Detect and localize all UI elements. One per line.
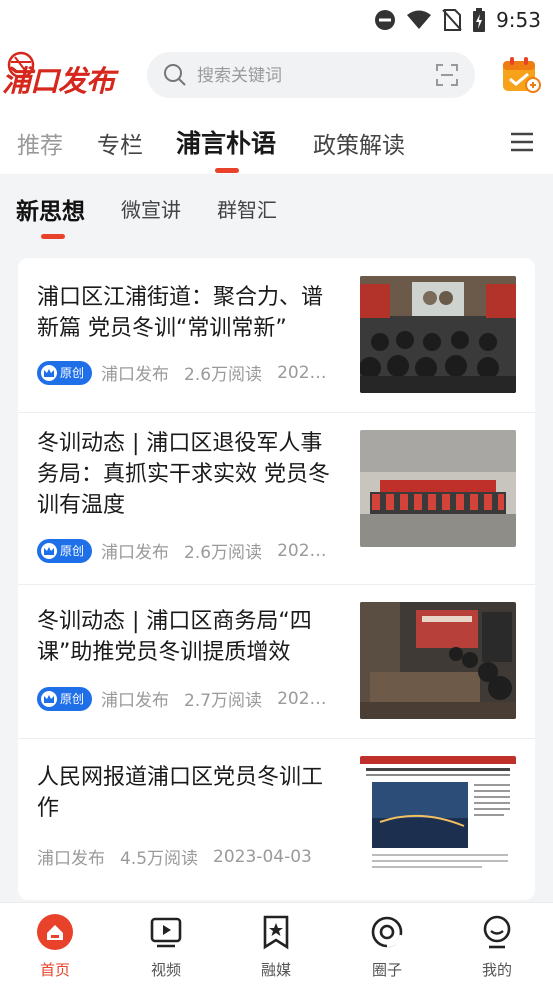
video-icon (150, 917, 182, 948)
article-read-count: 2.6万阅读 (184, 543, 263, 563)
article-source: 浦口发布 (101, 543, 170, 563)
article-meta: 浦口发布 4.5万阅读 2023-04-03 (37, 844, 312, 870)
logo-text: 浦口发布 (2, 64, 115, 98)
tab-active-indicator (215, 168, 239, 173)
no-sim-icon (442, 9, 462, 31)
search-input[interactable] (195, 61, 419, 91)
article-thumbnail[interactable] (360, 430, 516, 547)
menu-icon[interactable] (510, 132, 534, 152)
article-card[interactable]: 冬训动态 | 浦口区退役军人事务局：真抓实干求实效 党员冬训有温度 原创 浦口发… (18, 412, 535, 585)
status-bar: 9:53 (0, 0, 553, 40)
original-badge-label: 原创 (60, 692, 85, 706)
subtab-active-indicator (41, 234, 65, 239)
nav-profile-label: 我的 (481, 961, 512, 979)
nav-profile[interactable]: 我的 (457, 913, 537, 980)
article-source: 浦口发布 (101, 691, 170, 711)
do-not-disturb-icon (375, 10, 396, 30)
article-card[interactable]: 冬训动态 | 浦口区商务局“四课”助推党员冬训提质增效 原创 浦口发布 2.7万… (18, 584, 535, 739)
nav-media-label: 融媒 (260, 961, 291, 979)
article-meta: 原创 浦口发布 2.6万阅读 2024… (37, 360, 332, 385)
status-time: 9:53 (496, 8, 541, 32)
crown-icon (41, 364, 57, 381)
nav-video[interactable]: 视频 (126, 913, 206, 980)
calendar-check-icon[interactable] (501, 56, 541, 94)
subtab-group-wisdom[interactable]: 群智汇 (217, 194, 277, 223)
article-source: 浦口发布 (101, 365, 170, 385)
article-read-count: 4.5万阅读 (120, 849, 199, 869)
profile-icon (483, 915, 511, 949)
meeting-hall-image (360, 276, 516, 393)
bookmark-star-icon (263, 915, 289, 950)
tab-recommend[interactable]: 推荐 (17, 126, 63, 160)
original-badge: 原创 (37, 538, 93, 563)
article-title: 冬训动态 | 浦口区退役军人事务局：真抓实干求实效 党员冬训有温度 (37, 431, 330, 518)
nav-video-label: 视频 (150, 961, 181, 979)
group-photo-image (360, 430, 516, 547)
article-meta: 原创 浦口发布 2.7万阅读 2024… (37, 686, 332, 711)
article-read-count: 2.7万阅读 (184, 691, 263, 711)
nav-home[interactable]: 首页 (15, 913, 95, 980)
article-title: 浦口区江浦街道：聚合力、谱新篇 党员冬训“常训常新” (37, 285, 324, 341)
article-date: 2024… (277, 540, 333, 561)
wifi-icon (407, 10, 432, 29)
channel-tabs: 推荐 专栏 浦言朴语 政策解读 (0, 110, 553, 174)
search-icon (164, 64, 186, 86)
original-badge-label: 原创 (60, 366, 85, 380)
subtab-micro-lecture[interactable]: 微宣讲 (121, 194, 181, 223)
article-card[interactable]: 人民网报道浦口区党员冬训工作 浦口发布 4.5万阅读 2023-04-03 (18, 738, 535, 900)
tab-policy-interpretation[interactable]: 政策解读 (313, 126, 405, 160)
article-feed: 浦口区江浦街道：聚合力、谱新篇 党员冬训“常训常新” 原创 浦口发布 2.6万阅… (18, 258, 535, 900)
article-card[interactable]: 浦口区江浦街道：聚合力、谱新篇 党员冬训“常训常新” 原创 浦口发布 2.6万阅… (18, 258, 535, 413)
article-title: 人民网报道浦口区党员冬训工作 (37, 765, 324, 821)
scan-icon[interactable] (435, 63, 459, 87)
article-thumbnail[interactable] (360, 276, 516, 393)
sub-tabs: 新思想 微宣讲 群智汇 (0, 178, 553, 242)
battery-icon (473, 8, 486, 32)
article-source: 浦口发布 (37, 849, 105, 869)
nav-media[interactable]: 融媒 (236, 913, 316, 980)
app-header: 浦口发布 (0, 40, 553, 110)
article-meta: 原创 浦口发布 2.6万阅读 2024… (37, 538, 332, 563)
home-icon (37, 914, 73, 950)
nav-circle-label: 圈子 (371, 961, 402, 979)
article-date: 2024… (277, 688, 333, 709)
nav-home-label: 首页 (39, 961, 70, 979)
original-badge: 原创 (37, 686, 93, 711)
conference-room-image (360, 602, 516, 719)
status-icons: 9:53 (374, 8, 541, 32)
article-date: 2024… (277, 362, 333, 383)
bottom-navigation: 首页 视频 融媒 圈子 我的 (0, 902, 553, 984)
tab-column[interactable]: 专栏 (97, 126, 143, 160)
article-title: 冬训动态 | 浦口区商务局“四课”助推党员冬训提质增效 (37, 609, 312, 665)
crown-icon (41, 542, 57, 559)
subtab-new-thought[interactable]: 新思想 (16, 192, 85, 226)
article-thumbnail[interactable] (360, 602, 516, 719)
crown-icon (41, 690, 57, 707)
tab-puyan-puyu[interactable]: 浦言朴语 (176, 124, 276, 160)
nav-circle[interactable]: 圈子 (347, 913, 427, 980)
article-date: 2023-04-03 (213, 846, 312, 867)
article-read-count: 2.6万阅读 (184, 365, 263, 385)
original-badge-label: 原创 (60, 544, 85, 558)
app-logo: 浦口发布 (2, 51, 130, 98)
circle-icon (371, 916, 403, 948)
original-badge: 原创 (37, 360, 93, 385)
search-bar[interactable] (147, 52, 475, 98)
news-page-image (360, 756, 516, 873)
article-thumbnail[interactable] (360, 756, 516, 873)
